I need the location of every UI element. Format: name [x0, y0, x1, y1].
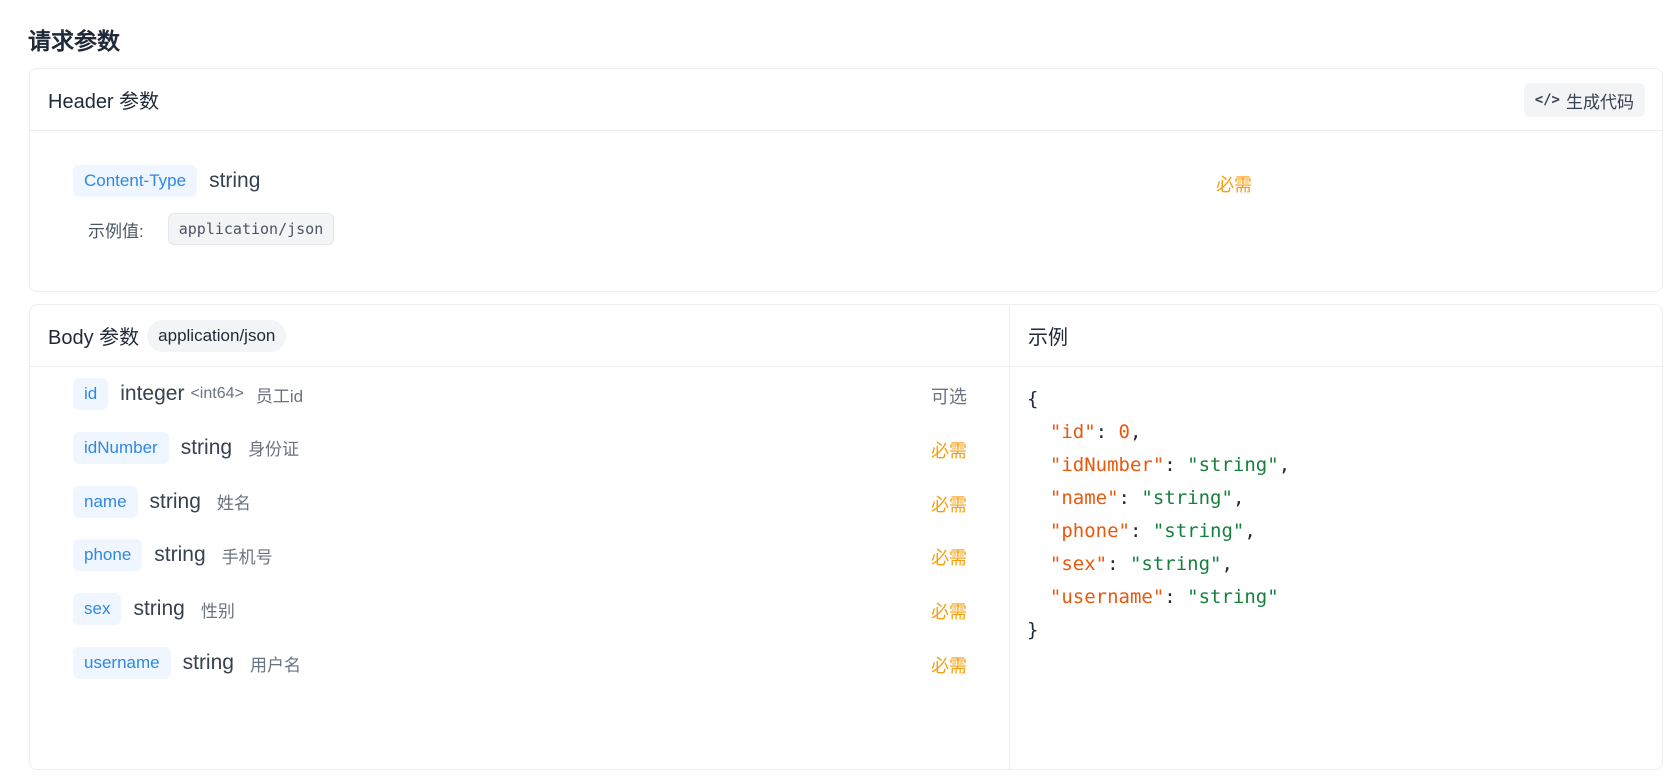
body-params-head: Body 参数 application/json [30, 305, 1009, 367]
example-row: 示例值: application/json [88, 213, 335, 245]
field-name-tag[interactable]: name [73, 485, 138, 518]
field-type: string [182, 651, 234, 674]
field-description: 性别 [200, 601, 235, 621]
header-params-card: Header 参数 </> 生成代码 Content-Type string 必… [29, 68, 1663, 292]
field-name-tag[interactable]: sex [73, 593, 122, 626]
required-badge: 必需 [931, 602, 967, 623]
field-description: 手机号 [221, 547, 273, 567]
body-example-panel: 示例 { "id": 0, "idNumber": "string", "nam… [1010, 305, 1662, 769]
code-icon: </> [1534, 92, 1560, 108]
content-type-badge: application/json [147, 319, 287, 352]
field-type: string [154, 543, 206, 567]
field-type: string [180, 435, 233, 459]
required-badge: 必需 [931, 440, 967, 461]
required-badge: 必需 [1216, 175, 1252, 195]
generate-code-label: 生成代码 [1566, 92, 1634, 112]
json-open-brace: { [1027, 388, 1039, 410]
header-params-head: Header 参数 </> 生成代码 [30, 69, 1662, 131]
required-badge: 必需 [931, 548, 967, 569]
header-param-row: Content-Type string [73, 165, 260, 197]
field-type: string [149, 489, 201, 513]
example-json-code: { "id": 0, "idNumber": "string", "name":… [1027, 383, 1290, 647]
example-title: 示例 [1028, 327, 1068, 349]
field-row: idNumber string 身份证 [73, 431, 299, 465]
field-description: 用户名 [249, 655, 301, 675]
field-name-tag[interactable]: username [73, 647, 171, 679]
field-row: phone string 手机号 [73, 538, 273, 572]
header-params-title: Header 参数 [48, 91, 160, 113]
example-label: 示例值: [88, 221, 144, 241]
example-head: 示例 [1010, 305, 1662, 367]
generate-code-button[interactable]: </> 生成代码 [1523, 83, 1645, 117]
required-badge: 必需 [931, 656, 967, 676]
body-params-title: Body 参数 [48, 327, 140, 349]
json-line: "id": 0, [1049, 421, 1142, 443]
field-row: name string 姓名 [73, 485, 251, 519]
json-line: "username": "string" [1049, 586, 1279, 608]
param-name-tag[interactable]: Content-Type [73, 165, 198, 197]
field-description: 员工id [255, 386, 304, 406]
field-row: id integer <int64> 员工id [73, 377, 303, 411]
field-name-tag[interactable]: phone [73, 539, 143, 572]
field-name-tag[interactable]: id [73, 378, 109, 410]
optional-badge: 可选 [931, 387, 967, 407]
body-fields-panel: Body 参数 application/json id integer <int64… [30, 305, 1010, 769]
page-title: 请求参数 [28, 28, 120, 54]
json-line: "name": "string", [1049, 487, 1245, 509]
example-value: application/json [167, 213, 335, 245]
field-row: username string 用户名 [73, 646, 301, 680]
param-type: string [209, 169, 261, 192]
json-line: "idNumber": "string", [1049, 454, 1291, 476]
field-name-tag[interactable]: idNumber [73, 431, 169, 464]
field-format: <int64> [190, 385, 244, 402]
json-close-brace: } [1027, 619, 1039, 641]
field-type: integer [120, 382, 185, 405]
required-badge: 必需 [931, 494, 967, 515]
json-line: "phone": "string", [1049, 520, 1256, 542]
field-description: 身份证 [248, 440, 300, 460]
field-row: sex string 性别 [73, 592, 235, 626]
json-line: "sex": "string", [1049, 553, 1233, 575]
body-params-card: Body 参数 application/json id integer <int64… [29, 304, 1663, 770]
field-type: string [133, 597, 185, 621]
field-description: 姓名 [216, 494, 251, 514]
